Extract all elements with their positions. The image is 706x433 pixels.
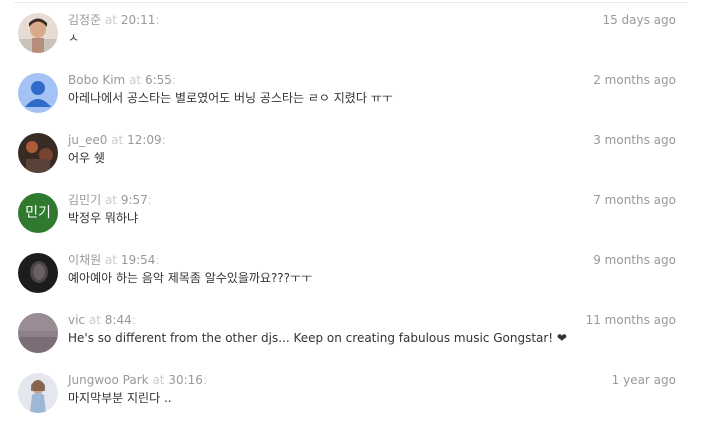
comment-text: ㅅ [68, 31, 80, 45]
comment-age[interactable]: 1 year ago [612, 373, 676, 387]
comment-age[interactable]: 15 days ago [602, 13, 676, 27]
initials-avatar[interactable]: 민기 [18, 193, 58, 233]
comment-at-label: at [111, 133, 124, 147]
comment-username[interactable]: Bobo Kim [68, 73, 125, 87]
comment-username[interactable]: 김정준 [68, 13, 101, 27]
comment-meta: ju_ee0 at 12:09: [68, 133, 166, 147]
comment-meta: 이채원 at 19:54: [68, 253, 159, 267]
comment-text: 예아예아 하는 음악 제목좀 알수있을까요???ㅜㅜ [68, 271, 313, 285]
comment-username[interactable]: vic [68, 313, 85, 327]
comment-timestamp[interactable]: 12:09 [127, 133, 162, 147]
comment-item: Bobo Kim at 6:55: 아레나에서 공스타는 별로였어도 버닝 공스… [0, 73, 706, 133]
comment-item: Jungwoo Park at 30:16: 마지막부분 지린다 .. 1 ye… [0, 373, 706, 433]
comment-meta: Jungwoo Park at 30:16: [68, 373, 207, 387]
comment-at-label: at [129, 73, 142, 87]
comment-timestamp[interactable]: 19:54 [121, 253, 156, 267]
comment-item: vic at 8:44: He's so different from the … [0, 313, 706, 373]
comment-colon: : [161, 133, 166, 147]
user-avatar[interactable] [18, 133, 58, 173]
comment-item: ju_ee0 at 12:09: 어우 쉣 3 months ago [0, 133, 706, 193]
top-divider [14, 2, 688, 3]
comment-at-label: at [152, 373, 165, 387]
comment-age[interactable]: 2 months ago [593, 73, 676, 87]
comment-colon: : [131, 313, 136, 327]
comment-colon: : [155, 253, 160, 267]
comment-at-label: at [88, 313, 101, 327]
comment-timestamp[interactable]: 9:57 [121, 193, 148, 207]
comment-age[interactable]: 9 months ago [593, 253, 676, 267]
comment-username[interactable]: Jungwoo Park [68, 373, 149, 387]
comment-meta: 김정준 at 20:11: [68, 13, 159, 27]
comment-timestamp[interactable]: 8:44 [105, 313, 132, 327]
comment-colon: : [147, 193, 152, 207]
user-avatar[interactable] [18, 13, 58, 53]
comment-username[interactable]: ju_ee0 [68, 133, 107, 147]
comment-age[interactable]: 7 months ago [593, 193, 676, 207]
user-avatar[interactable] [18, 313, 58, 353]
comment-meta: Bobo Kim at 6:55: [68, 73, 176, 87]
comment-timestamp[interactable]: 6:55 [145, 73, 172, 87]
comment-at-label: at [104, 253, 118, 267]
comment-timestamp[interactable]: 20:11 [121, 13, 156, 27]
comment-item: 민기 김민기 at 9:57: 박정우 뭐하냐 7 months ago [0, 193, 706, 253]
comment-colon: : [171, 73, 176, 87]
comment-age[interactable]: 11 months ago [586, 313, 676, 327]
comment-text: 마지막부분 지린다 .. [68, 391, 172, 405]
user-avatar[interactable] [18, 253, 58, 293]
comment-text: 아레나에서 공스타는 별로였어도 버닝 공스타는 ㄹㅇ 지렸다 ㅠㅜ [68, 91, 393, 105]
comment-colon: : [202, 373, 207, 387]
user-avatar[interactable] [18, 373, 58, 413]
comment-meta: vic at 8:44: [68, 313, 136, 327]
comment-age[interactable]: 3 months ago [593, 133, 676, 147]
comment-item: 김정준 at 20:11: ㅅ 15 days ago [0, 13, 706, 73]
comment-text: 어우 쉣 [68, 151, 105, 165]
comment-at-label: at [104, 13, 118, 27]
comment-text: He's so different from the other djs... … [68, 331, 567, 345]
avatar-initials: 민기 [25, 205, 51, 221]
comment-item: 이채원 at 19:54: 예아예아 하는 음악 제목좀 알수있을까요???ㅜㅜ… [0, 253, 706, 313]
comment-username[interactable]: 이채원 [68, 253, 101, 267]
comment-meta: 김민기 at 9:57: [68, 193, 152, 207]
comment-at-label: at [104, 193, 118, 207]
default-user-avatar[interactable] [18, 73, 58, 113]
comment-username[interactable]: 김민기 [68, 193, 101, 207]
comment-timestamp[interactable]: 30:16 [168, 373, 203, 387]
comment-colon: : [155, 13, 160, 27]
comment-text: 박정우 뭐하냐 [68, 211, 139, 225]
